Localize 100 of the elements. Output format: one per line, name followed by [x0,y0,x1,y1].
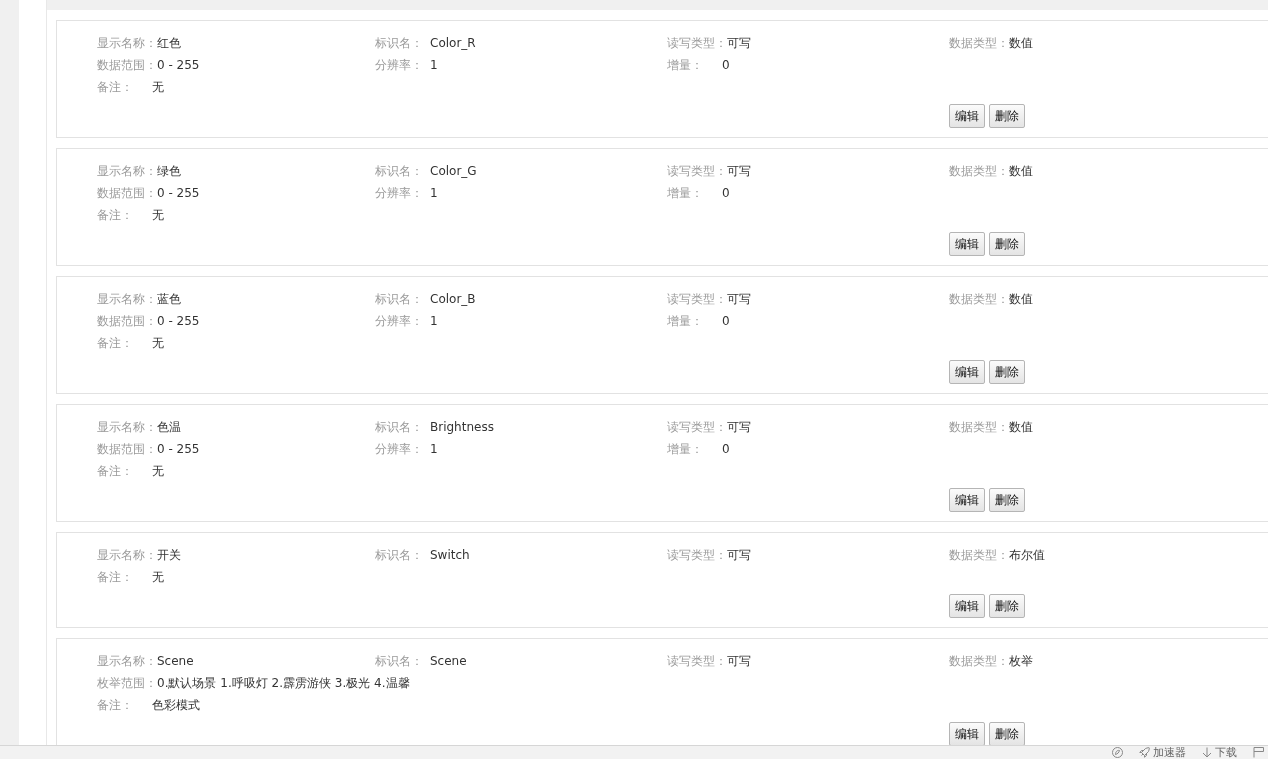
field-value: 无 [152,462,164,480]
field-value: 可写 [727,290,751,308]
accelerator-button[interactable]: 加速器 [1139,746,1186,759]
field-value: 数值 [1009,34,1033,52]
field-value: 可写 [727,546,751,564]
down-arrow-icon [1202,747,1212,758]
field-value: 0 [722,442,730,456]
field-label: 显示名称： [97,34,157,52]
field-label: 备注： [97,334,134,352]
download-button[interactable]: 下载 [1202,746,1237,759]
flag-icon[interactable] [1253,747,1264,758]
field-value: 数值 [1009,290,1033,308]
edit-button[interactable]: 编辑 [949,232,985,256]
delete-button[interactable]: 删除 [989,488,1025,512]
field-label: 数据类型： [949,652,1009,670]
field-value: 绿色 [157,162,181,180]
field-label: 增量： [667,184,704,202]
field-value: 可写 [727,162,751,180]
field-value: Color_G [430,164,477,178]
field-value: 无 [152,78,164,96]
field-label: 数据范围： [97,184,157,202]
field-value: 可写 [727,34,751,52]
rocket-icon [1139,747,1150,758]
delete-button[interactable]: 删除 [989,232,1025,256]
field-label: 增量： [667,440,704,458]
field-label: 枚举范围： [97,674,157,692]
field-value: 无 [152,334,164,352]
field-label: 标识名： [375,34,424,52]
field-label: 增量： [667,56,704,74]
field-value: 布尔值 [1009,546,1045,564]
field-label: 数据范围： [97,312,157,330]
field-value: 开关 [157,546,181,564]
field-label: 备注： [97,206,134,224]
field-label: 数据类型： [949,418,1009,436]
field-label: 备注： [97,462,134,480]
field-value: 0 [722,314,730,328]
field-label: 数据类型： [949,162,1009,180]
field-value: 蓝色 [157,290,181,308]
field-value: 0 - 255 [157,186,200,200]
field-value: 枚举 [1009,652,1033,670]
field-label: 读写类型： [667,546,727,564]
field-label: 读写类型： [667,290,727,308]
field-label: 显示名称： [97,162,157,180]
field-value: Color_R [430,36,476,50]
field-value: Color_B [430,292,476,306]
field-label: 读写类型： [667,162,727,180]
field-value: 0.默认场景 1.呼吸灯 2.霹雳游侠 3.极光 4.温馨 [157,674,410,692]
field-value: 1 [430,186,438,200]
field-value: 0 - 255 [157,442,200,456]
field-label: 备注： [97,568,134,586]
field-value: 0 [722,58,730,72]
field-value: Scene [430,654,467,668]
field-value: Brightness [430,420,494,434]
field-value: 可写 [727,652,751,670]
field-value: 色彩模式 [152,696,200,714]
field-label: 分辨率： [375,440,424,458]
field-label: 标识名： [375,290,424,308]
field-value: 无 [152,206,164,224]
field-value: 无 [152,568,164,586]
delete-button[interactable]: 删除 [989,594,1025,618]
edit-button[interactable]: 编辑 [949,488,985,512]
field-label: 数据类型： [949,34,1009,52]
field-label: 标识名： [375,546,424,564]
field-label: 标识名： [375,418,424,436]
field-value: 数值 [1009,162,1033,180]
field-label: 数据范围： [97,56,157,74]
field-value: 0 - 255 [157,58,200,72]
field-label: 备注： [97,78,134,96]
field-label: 分辨率： [375,56,424,74]
field-value: 1 [430,314,438,328]
field-value: 红色 [157,34,181,52]
edit-button[interactable]: 编辑 [949,594,985,618]
field-label: 数据类型： [949,546,1009,564]
field-value: 1 [430,58,438,72]
field-value: Scene [157,654,194,668]
field-label: 数据范围： [97,440,157,458]
field-label: 显示名称： [97,290,157,308]
delete-button[interactable]: 删除 [989,722,1025,745]
field-label: 显示名称： [97,418,157,436]
leaf-circle-icon[interactable] [1112,747,1123,758]
delete-button[interactable]: 删除 [989,360,1025,384]
field-value: 0 - 255 [157,314,200,328]
field-label: 标识名： [375,162,424,180]
edit-button[interactable]: 编辑 [949,360,985,384]
field-label: 读写类型： [667,34,727,52]
field-value: 1 [430,442,438,456]
field-label: 显示名称： [97,652,157,670]
edit-button[interactable]: 编辑 [949,722,985,745]
field-label: 分辨率： [375,184,424,202]
field-label: 分辨率： [375,312,424,330]
edit-button[interactable]: 编辑 [949,104,985,128]
field-label: 增量： [667,312,704,330]
field-value: 色温 [157,418,181,436]
field-label: 显示名称： [97,546,157,564]
field-label: 读写类型： [667,652,727,670]
field-value: 可写 [727,418,751,436]
field-label: 备注： [97,696,134,714]
field-label: 读写类型： [667,418,727,436]
field-label: 数据类型： [949,290,1009,308]
delete-button[interactable]: 删除 [989,104,1025,128]
